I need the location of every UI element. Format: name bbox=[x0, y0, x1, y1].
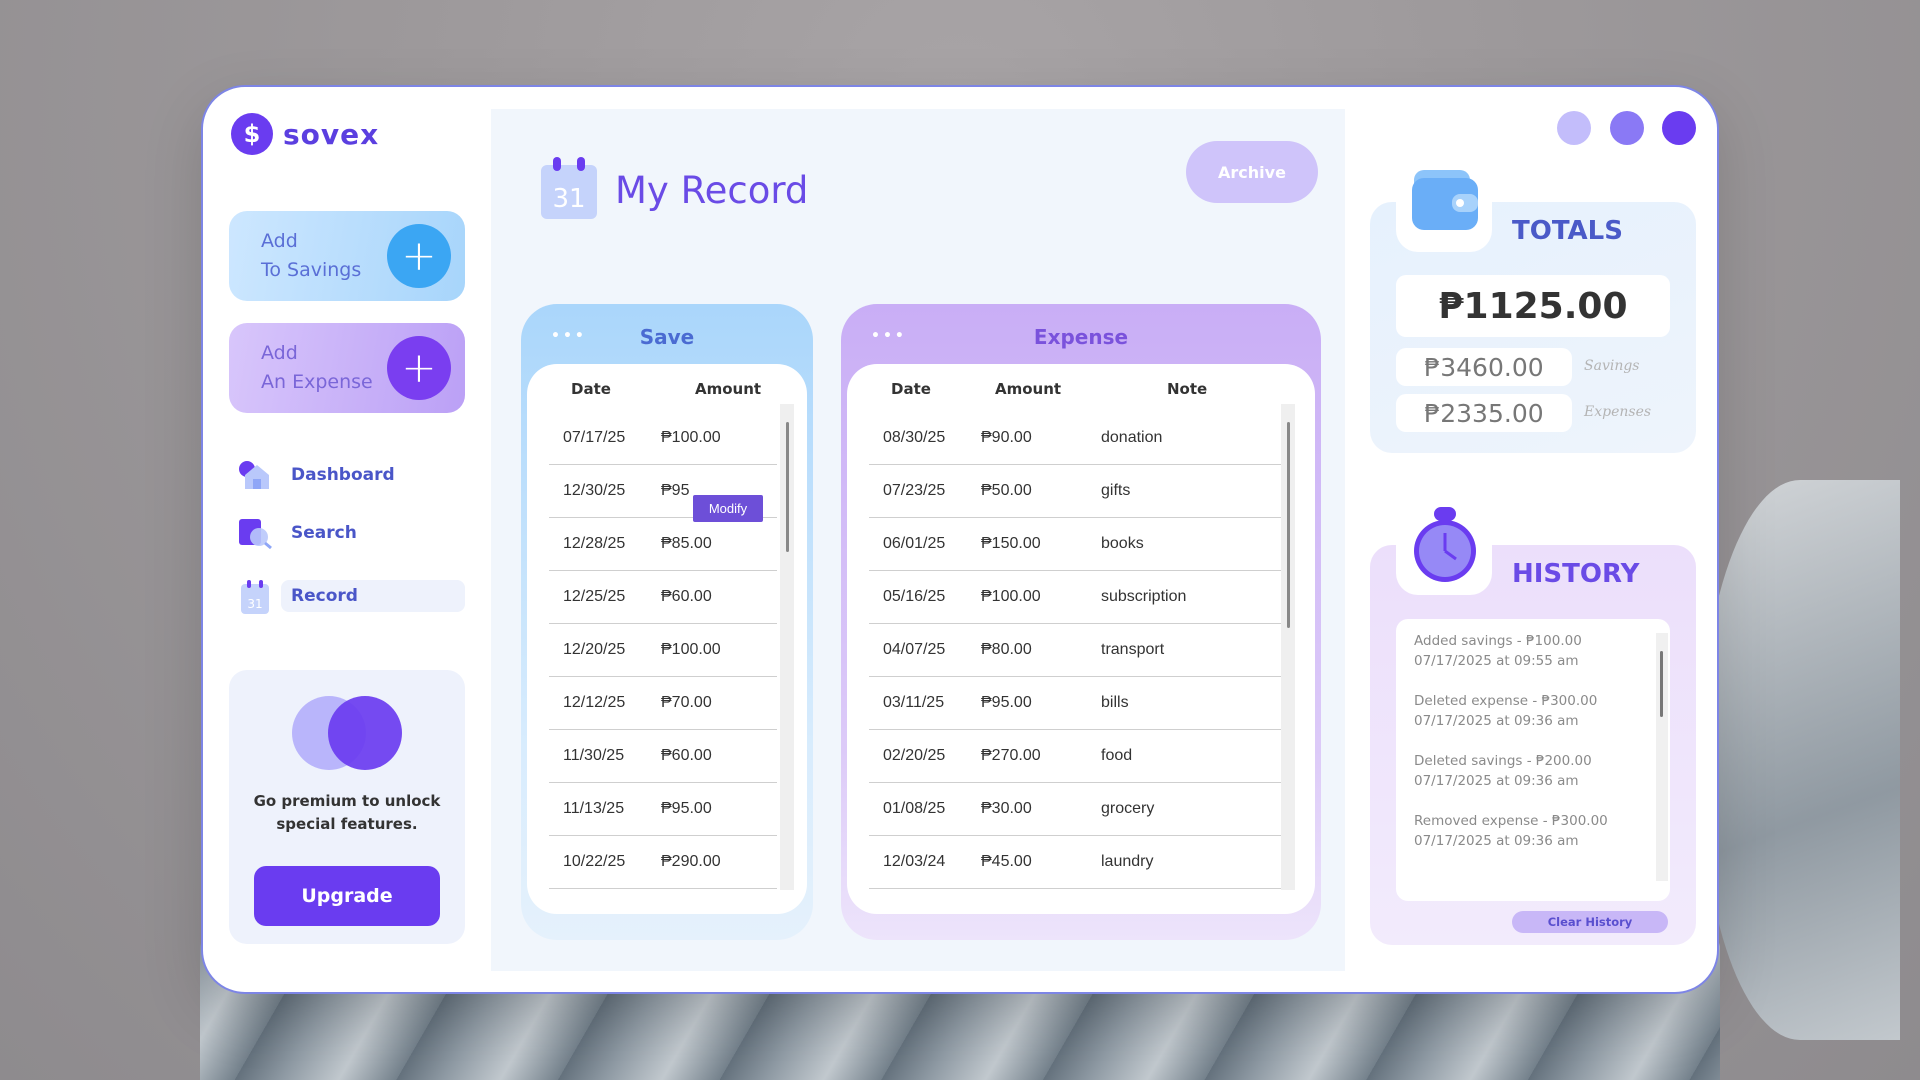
table-row[interactable]: 12/30/25 ₱95 Modify bbox=[549, 465, 777, 522]
window-maximize-button[interactable] bbox=[1610, 111, 1644, 145]
expense-table-header: ••• Expense bbox=[847, 310, 1315, 364]
table-row[interactable]: 08/30/25 ₱90.00 donation bbox=[869, 412, 1281, 465]
add-to-savings-card[interactable]: Add To Savings + bbox=[229, 211, 465, 301]
sidebar-item-record[interactable]: 31 Record bbox=[237, 580, 358, 614]
wallet-icon bbox=[1412, 168, 1480, 236]
history-list: Added savings - ₱100.00 07/17/2025 at 09… bbox=[1396, 619, 1670, 901]
background-wallpaper-right bbox=[1700, 480, 1900, 1040]
table-row[interactable]: 12/28/25 ₱85.00 bbox=[549, 518, 777, 571]
expense-table-scrollbar[interactable] bbox=[1281, 404, 1295, 890]
table-row[interactable]: 01/08/25 ₱30.00 grocery bbox=[869, 783, 1281, 836]
premium-card: Go premium to unlock special features. U… bbox=[229, 670, 465, 944]
more-dots-icon[interactable]: ••• bbox=[551, 328, 587, 344]
expense-table-card: ••• Expense Date Amount Note 08/30/25 ₱90… bbox=[841, 304, 1321, 940]
more-dots-icon[interactable]: ••• bbox=[871, 328, 907, 344]
table-row[interactable]: 11/30/25 ₱60.00 bbox=[549, 730, 777, 783]
dollar-logo-icon: $ bbox=[231, 113, 273, 155]
expenses-label: Expenses bbox=[1584, 404, 1652, 420]
page-title: My Record bbox=[615, 169, 809, 212]
scrollbar-thumb[interactable] bbox=[786, 422, 789, 552]
modify-button[interactable]: Modify bbox=[693, 495, 763, 522]
calendar-number: 31 bbox=[552, 184, 585, 214]
expenses-total: ₱2335.00 bbox=[1396, 394, 1572, 432]
add-expense-label: Add An Expense bbox=[261, 342, 373, 393]
total-balance: ₱1125.00 bbox=[1396, 275, 1670, 337]
savings-label: Savings bbox=[1584, 358, 1640, 374]
scrollbar-thumb[interactable] bbox=[1287, 422, 1290, 628]
expense-table-title: Expense bbox=[1033, 325, 1129, 349]
save-table-title: Save bbox=[639, 325, 695, 349]
main-panel: 31 My Record Archive ••• Save Date Amoun… bbox=[491, 109, 1345, 971]
list-item: Added savings - ₱100.00 07/17/2025 at 09… bbox=[1414, 633, 1582, 669]
window-minimize-button[interactable] bbox=[1557, 111, 1591, 145]
history-title: HISTORY bbox=[1512, 559, 1640, 589]
table-row[interactable]: 06/01/25 ₱150.00 books bbox=[869, 518, 1281, 571]
add-expense-plus-icon[interactable]: + bbox=[387, 336, 451, 400]
totals-card: TOTALS ₱1125.00 ₱3460.00 Savings ₱2335.0… bbox=[1370, 170, 1696, 453]
table-row[interactable]: 02/20/25 ₱270.00 food bbox=[869, 730, 1281, 783]
app-window: $ sovex Add To Savings + Add An Expense … bbox=[201, 85, 1719, 994]
history-card: HISTORY Added savings - ₱100.00 07/17/20… bbox=[1370, 507, 1696, 945]
save-table-header: ••• Save bbox=[527, 310, 807, 364]
add-savings-plus-icon[interactable]: + bbox=[387, 224, 451, 288]
table-row[interactable]: 04/07/25 ₱80.00 transport bbox=[869, 624, 1281, 677]
calendar-icon: 31 bbox=[237, 580, 273, 614]
brand-name: sovex bbox=[283, 117, 380, 151]
table-row[interactable]: 11/13/25 ₱95.00 bbox=[549, 783, 777, 836]
premium-text: Go premium to unlock special features. bbox=[253, 792, 441, 833]
table-row[interactable]: 12/25/25 ₱60.00 bbox=[549, 571, 777, 624]
brand: $ sovex bbox=[231, 113, 379, 155]
expense-table: Date Amount Note 08/30/25 ₱90.00 donation … bbox=[847, 364, 1315, 914]
save-table-scrollbar[interactable] bbox=[780, 404, 794, 890]
table-header-row: Date Amount bbox=[571, 380, 762, 398]
table-row[interactable]: 12/03/24 ₱45.00 laundry bbox=[869, 836, 1281, 889]
history-scrollbar[interactable] bbox=[1656, 633, 1668, 881]
clock-icon bbox=[1412, 507, 1478, 587]
table-row[interactable]: 07/17/25 ₱100.00 bbox=[549, 412, 777, 465]
home-icon bbox=[237, 459, 273, 491]
scrollbar-thumb[interactable] bbox=[1660, 651, 1663, 717]
totals-title: TOTALS bbox=[1512, 216, 1623, 246]
table-row[interactable]: 12/12/25 ₱70.00 bbox=[549, 677, 777, 730]
clear-history-button[interactable]: Clear History bbox=[1512, 911, 1668, 933]
savings-total: ₱3460.00 bbox=[1396, 348, 1572, 386]
list-item: Deleted expense - ₱300.00 07/17/2025 at … bbox=[1414, 693, 1598, 729]
archive-button[interactable]: Archive bbox=[1186, 141, 1318, 203]
add-to-savings-label: Add To Savings bbox=[261, 230, 362, 281]
table-row[interactable]: 03/11/25 ₱95.00 bills bbox=[869, 677, 1281, 730]
add-expense-card[interactable]: Add An Expense + bbox=[229, 323, 465, 413]
calendar-icon: 31 bbox=[539, 157, 599, 219]
list-item: Removed expense - ₱300.00 07/17/2025 at … bbox=[1414, 813, 1608, 849]
calendar-icon-number: 31 bbox=[247, 597, 262, 611]
table-row[interactable]: 05/16/25 ₱100.00 subscription bbox=[869, 571, 1281, 624]
list-item: Deleted savings - ₱200.00 07/17/2025 at … bbox=[1414, 753, 1592, 789]
search-icon bbox=[237, 517, 273, 550]
table-row[interactable]: 12/20/25 ₱100.00 bbox=[549, 624, 777, 677]
sidebar-item-dashboard[interactable]: Dashboard bbox=[237, 459, 395, 491]
premium-circles-icon bbox=[292, 696, 402, 772]
save-table-card: ••• Save Date Amount 07/17/25 ₱100.00 12/… bbox=[521, 304, 813, 940]
table-row[interactable]: 07/23/25 ₱50.00 gifts bbox=[869, 465, 1281, 518]
upgrade-button[interactable]: Upgrade bbox=[254, 866, 440, 926]
sidebar-item-search[interactable]: Search bbox=[237, 517, 357, 550]
window-close-button[interactable] bbox=[1662, 111, 1696, 145]
save-table: Date Amount 07/17/25 ₱100.00 12/30/25 ₱95 M… bbox=[527, 364, 807, 914]
table-header-row: Date Amount Note bbox=[891, 380, 1208, 398]
table-row[interactable]: 10/22/25 ₱290.00 bbox=[549, 836, 777, 889]
